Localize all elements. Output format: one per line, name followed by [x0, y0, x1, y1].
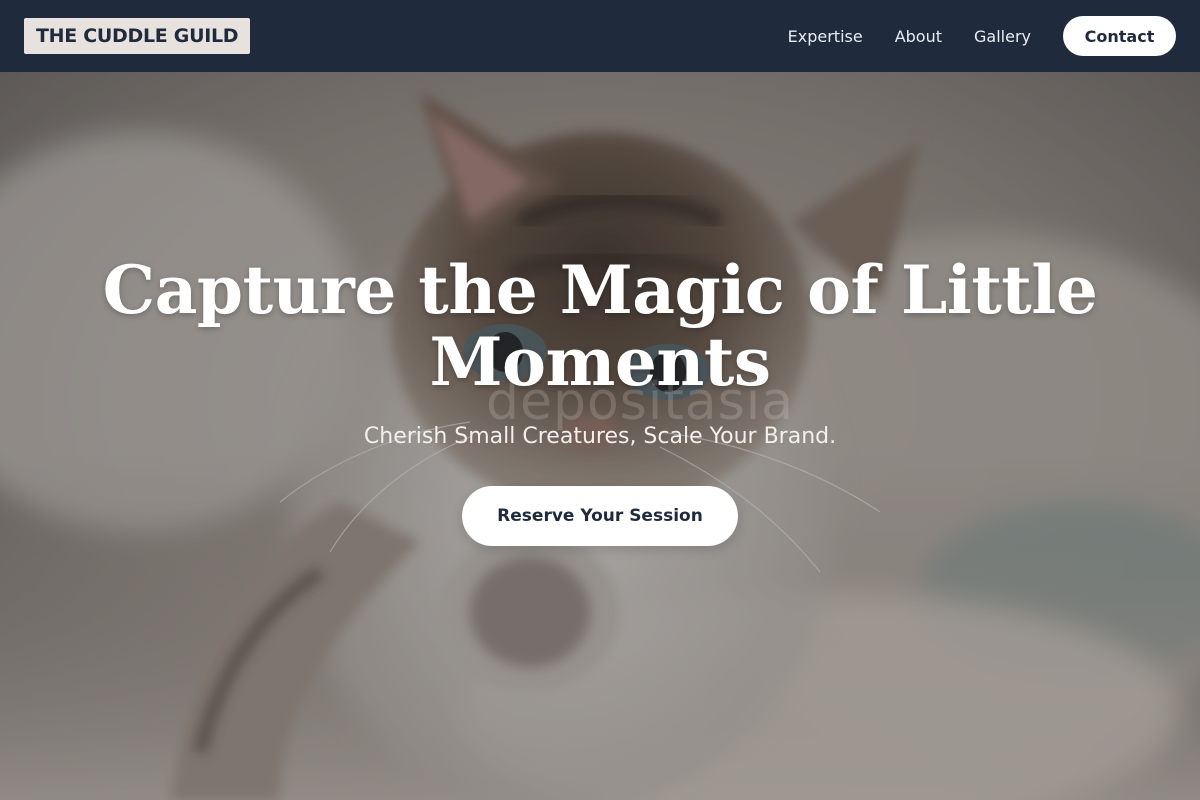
- reserve-session-button[interactable]: Reserve Your Session: [462, 486, 738, 546]
- landing-page: THE CUDDLE GUILD Expertise About Gallery…: [0, 0, 1200, 800]
- nav-link-expertise[interactable]: Expertise: [788, 27, 863, 46]
- hero-content: Capture the Magic of Little Moments depo…: [0, 72, 1200, 800]
- hero-subtitle: Cherish Small Creatures, Scale Your Bran…: [363, 424, 837, 449]
- main-nav: Expertise About Gallery Contact: [788, 16, 1176, 56]
- nav-link-gallery[interactable]: Gallery: [974, 27, 1031, 46]
- brand-logo[interactable]: THE CUDDLE GUILD: [24, 18, 251, 54]
- hero-section: Capture the Magic of Little Moments depo…: [0, 72, 1200, 800]
- contact-button[interactable]: Contact: [1063, 16, 1176, 56]
- nav-link-about[interactable]: About: [895, 27, 942, 46]
- top-navbar: THE CUDDLE GUILD Expertise About Gallery…: [0, 0, 1200, 72]
